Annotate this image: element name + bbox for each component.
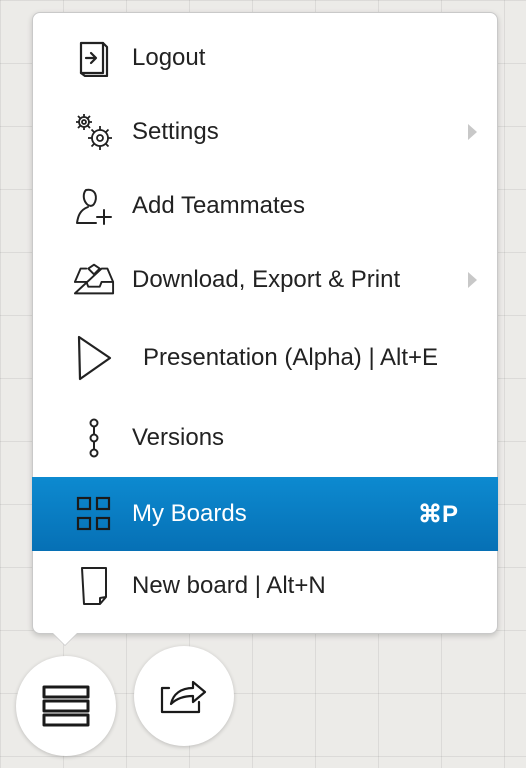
menu-item-add-teammates[interactable]: Add Teammates xyxy=(33,169,497,243)
new-page-icon xyxy=(73,565,115,607)
menu-item-new-board[interactable]: New board | Alt+N xyxy=(33,549,497,623)
add-user-icon xyxy=(73,185,115,227)
menu-item-my-boards[interactable]: My Boards ⌘P xyxy=(32,477,498,551)
logout-icon xyxy=(73,37,115,79)
menu-item-label: Logout xyxy=(132,44,206,71)
menu-item-logout[interactable]: Logout xyxy=(33,21,497,95)
menu-item-presentation[interactable]: Presentation (Alpha) | Alt+E xyxy=(33,321,497,395)
menu-item-label: My Boards xyxy=(132,500,247,527)
menu-item-label: Add Teammates xyxy=(132,192,305,219)
grid-icon xyxy=(73,493,115,535)
menu-item-settings[interactable]: Settings xyxy=(33,95,497,169)
share-button[interactable] xyxy=(134,646,234,746)
menu-pointer xyxy=(53,633,77,645)
settings-gears-icon xyxy=(73,111,115,153)
versions-icon xyxy=(73,417,115,459)
download-tray-icon xyxy=(73,259,115,301)
menu-item-label: Presentation (Alpha) | Alt+E xyxy=(143,344,439,371)
menu-item-label: Versions xyxy=(132,424,225,451)
shortcut-label: ⌘P xyxy=(417,500,458,528)
submenu-arrow-icon xyxy=(468,272,477,288)
menu-stack-icon xyxy=(41,684,91,728)
play-icon xyxy=(73,335,115,381)
menu-item-label: Download, Export & Print xyxy=(132,266,401,293)
menu-toggle-button[interactable] xyxy=(16,656,116,756)
menu-item-label: Settings xyxy=(132,118,219,145)
main-menu: Logout Settings Add Teammates Download, … xyxy=(32,12,498,634)
menu-item-versions[interactable]: Versions xyxy=(33,401,497,475)
share-export-icon xyxy=(159,676,209,716)
menu-item-label: New board | Alt+N xyxy=(132,572,326,599)
submenu-arrow-icon xyxy=(468,124,477,140)
menu-item-download-export-print[interactable]: Download, Export & Print xyxy=(33,243,497,317)
